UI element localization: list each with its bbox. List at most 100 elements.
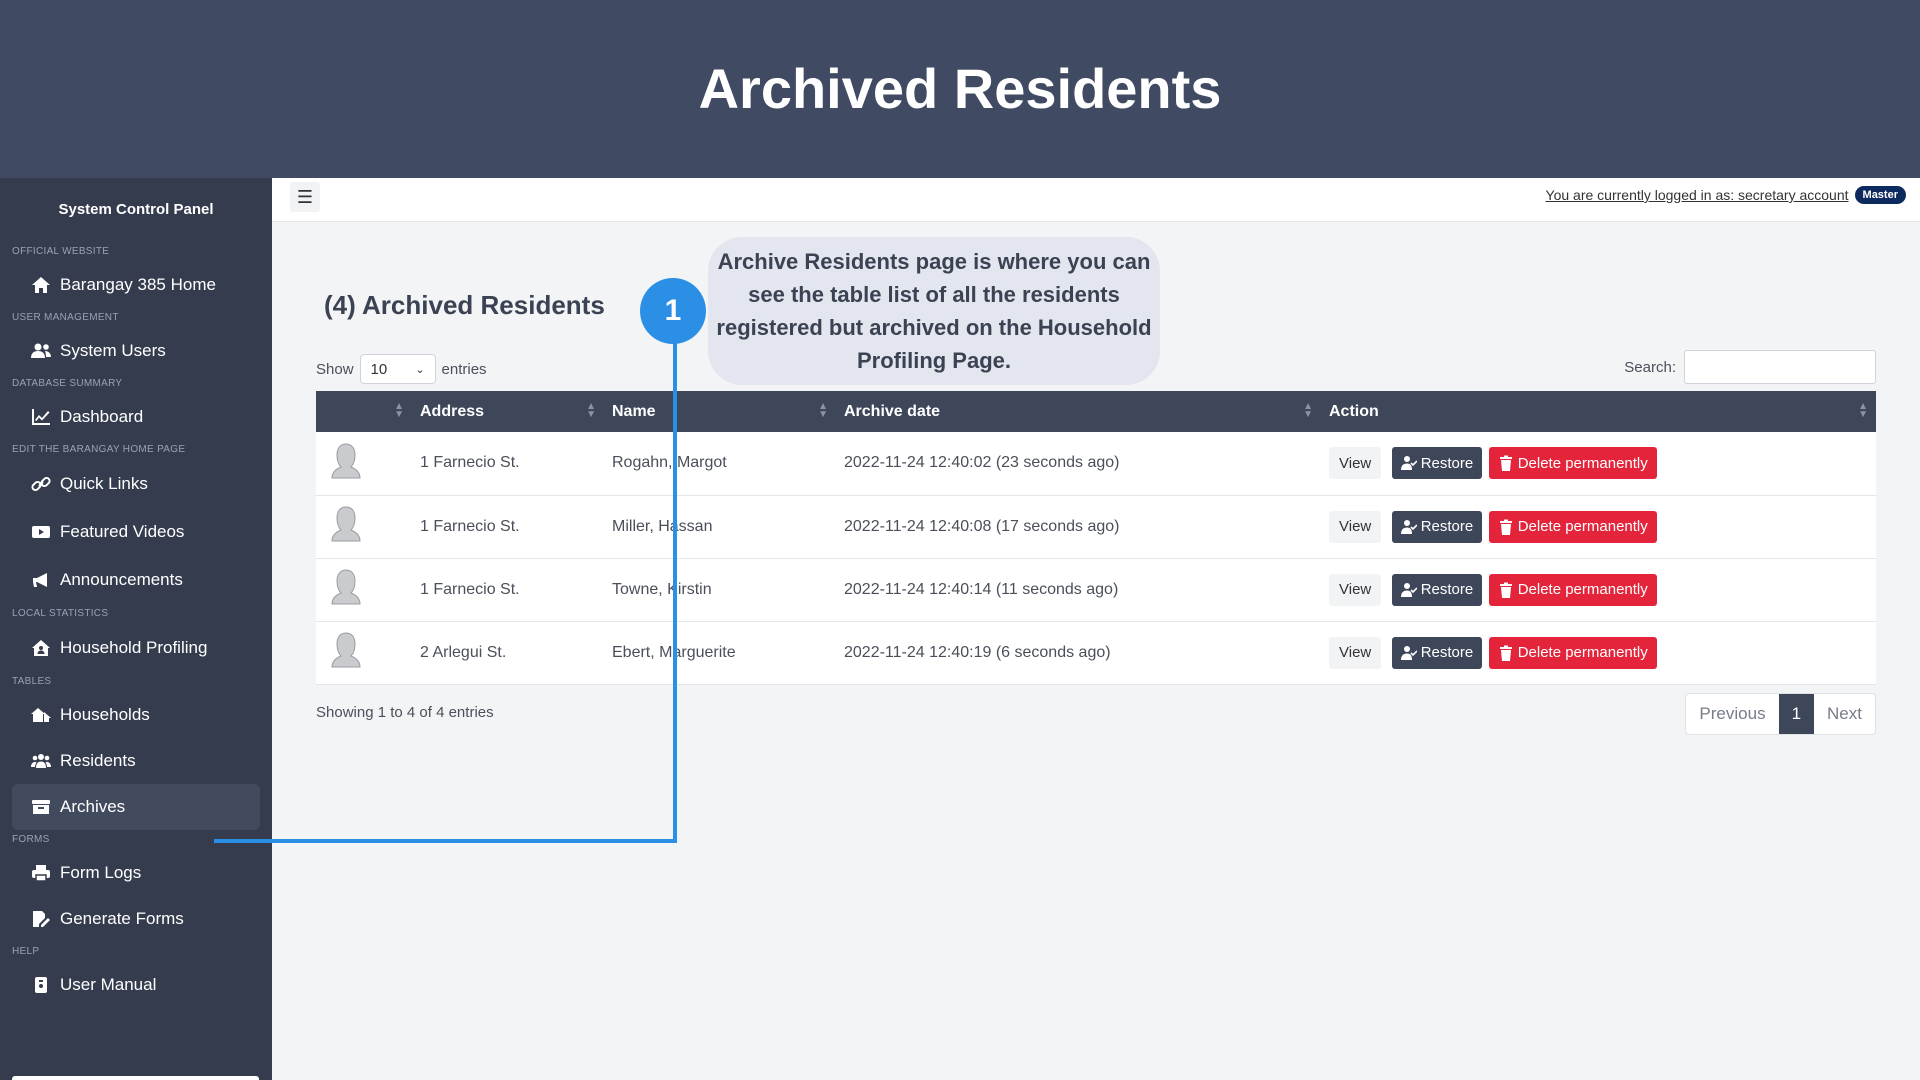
cell-archive-date: 2022-11-24 12:40:08 (17 seconds ago) — [844, 517, 1120, 535]
annotation-callout: Archive Residents page is where you can … — [708, 237, 1160, 385]
view-button[interactable]: View — [1329, 573, 1382, 606]
sidebar: System Control Panel OFFICIAL WEBSITE Ba… — [0, 178, 272, 1080]
section-edit-home-page: EDIT THE BARANGAY HOME PAGE — [12, 444, 186, 455]
section-user-management: USER MANAGEMENT — [12, 312, 119, 323]
restore-button[interactable]: Restore — [1391, 510, 1483, 543]
annotation-connector-vertical — [673, 343, 677, 843]
table-search: Search: — [1624, 350, 1876, 384]
home-icon — [30, 276, 52, 294]
column-action[interactable]: Action ▲ ▼ — [1321, 391, 1876, 432]
logged-in-text[interactable]: You are currently logged in as: secretar… — [1546, 187, 1849, 203]
trash-icon — [1499, 582, 1512, 598]
sidebar-item-label: Form Logs — [60, 863, 142, 882]
cell-name: Rogahn, Margot — [612, 454, 727, 472]
users-icon — [30, 342, 52, 360]
book-icon — [30, 976, 52, 994]
view-button[interactable]: View — [1329, 510, 1382, 543]
cell-archive-date: 2022-11-24 12:40:02 (23 seconds ago) — [844, 454, 1120, 472]
sidebar-item-announcements[interactable]: Announcements — [12, 556, 260, 604]
sidebar-item-featured-videos[interactable]: Featured Videos — [12, 508, 260, 556]
sidebar-item-dashboard[interactable]: Dashboard — [12, 394, 260, 440]
sidebar-toggle-button[interactable]: ☰ — [290, 182, 320, 212]
page-title: (4) Archived Residents — [324, 290, 605, 320]
annotation-step-badge: 1 — [640, 278, 706, 344]
view-button[interactable]: View — [1329, 447, 1382, 480]
user-check-icon — [1400, 456, 1417, 471]
table-row: 1 Farnecio St. Towne, Kirstin 2022-11-24… — [316, 558, 1876, 621]
entries-select-value: 10 — [370, 360, 388, 378]
sidebar-item-label: Archives — [60, 797, 126, 816]
column-photo[interactable]: ▲ ▼ — [316, 391, 412, 432]
avatar-placeholder-icon — [328, 441, 364, 481]
video-icon — [30, 523, 52, 541]
trash-icon — [1499, 455, 1512, 472]
sidebar-item-generate-forms[interactable]: Generate Forms — [12, 896, 260, 942]
delete-permanently-button[interactable]: Delete permanently — [1488, 510, 1657, 543]
pagination-previous-button[interactable]: Previous — [1686, 694, 1778, 734]
section-database-summary: DATABASE SUMMARY — [12, 378, 123, 389]
cell-name: Ebert, Marguerite — [612, 643, 736, 661]
table-row: 2 Arlegui St. Ebert, Marguerite 2022-11-… — [316, 621, 1876, 684]
sort-icon: ▲ ▼ — [586, 401, 596, 420]
cell-address: 1 Farnecio St. — [420, 517, 520, 535]
archive-box-icon — [30, 798, 52, 816]
restore-button[interactable]: Restore — [1391, 447, 1483, 480]
user-check-icon — [1400, 519, 1417, 534]
top-navbar: ☰ You are currently logged in as: secret… — [272, 178, 1920, 222]
sidebar-item-residents[interactable]: Residents — [12, 738, 260, 784]
table-header-row: ▲ ▼ Address ▲ ▼ Name ▲ ▼ Archive date ▲ ▼ Actio… — [316, 391, 1876, 432]
pagination: Previous 1 Next — [1685, 693, 1876, 735]
form-edit-icon — [30, 910, 52, 928]
page-banner: Archived Residents — [0, 0, 1920, 178]
sidebar-item-households[interactable]: Households — [12, 692, 260, 738]
avatar-placeholder-icon — [328, 567, 364, 607]
sidebar-item-form-logs[interactable]: Form Logs — [12, 850, 260, 896]
sort-icon: ▲ ▼ — [1303, 401, 1313, 420]
delete-permanently-button[interactable]: Delete permanently — [1488, 573, 1657, 606]
column-archive-date[interactable]: Archive date ▲ ▼ — [836, 391, 1321, 432]
sidebar-item-label: Household Profiling — [60, 638, 208, 657]
entries-per-page-select[interactable]: 10 ⌄ — [359, 354, 436, 384]
sidebar-item-user-manual[interactable]: User Manual — [12, 962, 260, 1008]
logged-in-indicator[interactable]: You are currently logged in as: secretar… — [1546, 186, 1906, 204]
link-icon — [30, 475, 52, 493]
sidebar-item-quick-links[interactable]: Quick Links — [12, 460, 260, 508]
sidebar-item-home[interactable]: Barangay 385 Home — [12, 262, 260, 308]
search-input[interactable] — [1684, 350, 1876, 384]
cell-actions: View Restore Delete permanently — [1321, 495, 1876, 558]
sidebar-item-label: Households — [60, 705, 150, 724]
sort-icon: ▲ ▼ — [394, 401, 404, 420]
column-name[interactable]: Name ▲ ▼ — [604, 391, 836, 432]
cell-actions: View Restore Delete permanently — [1321, 432, 1876, 495]
sidebar-item-household-profiling[interactable]: Household Profiling — [12, 624, 260, 672]
table-row: 1 Farnecio St. Rogahn, Margot 2022-11-24… — [316, 432, 1876, 495]
cell-archive-date: 2022-11-24 12:40:19 (6 seconds ago) — [844, 643, 1111, 661]
cell-address: 1 Farnecio St. — [420, 580, 520, 598]
sidebar-item-label: Featured Videos — [60, 522, 185, 541]
delete-permanently-button[interactable]: Delete permanently — [1488, 447, 1657, 480]
cell-archive-date: 2022-11-24 12:40:14 (11 seconds ago) — [844, 580, 1119, 598]
sidebar-item-system-users[interactable]: System Users — [12, 328, 260, 374]
restore-button[interactable]: Restore — [1391, 636, 1483, 669]
cell-name: Miller, Hassan — [612, 517, 713, 535]
table-row: 1 Farnecio St. Miller, Hassan 2022-11-24… — [316, 495, 1876, 558]
sidebar-item-archives[interactable]: Archives — [12, 784, 260, 830]
restore-button[interactable]: Restore — [1391, 573, 1483, 606]
pagination-page-1[interactable]: 1 — [1778, 694, 1815, 734]
section-local-statistics: LOCAL STATISTICS — [12, 608, 109, 619]
people-icon — [30, 752, 52, 770]
avatar-placeholder-icon — [328, 630, 364, 670]
delete-permanently-button[interactable]: Delete permanently — [1488, 636, 1657, 669]
cell-address: 2 Arlegui St. — [420, 643, 507, 661]
section-help: HELP — [12, 946, 40, 957]
view-button[interactable]: View — [1329, 636, 1382, 669]
house-user-icon — [30, 639, 52, 657]
sidebar-scroll-edge — [12, 1076, 259, 1080]
pagination-next-button[interactable]: Next — [1814, 694, 1875, 734]
cell-actions: View Restore Delete permanently — [1321, 558, 1876, 621]
section-official-website: OFFICIAL WEBSITE — [12, 246, 110, 257]
trash-icon — [1499, 519, 1512, 535]
column-address[interactable]: Address ▲ ▼ — [412, 391, 604, 432]
cell-name: Towne, Kirstin — [612, 580, 712, 598]
sidebar-item-label: Dashboard — [60, 407, 144, 426]
